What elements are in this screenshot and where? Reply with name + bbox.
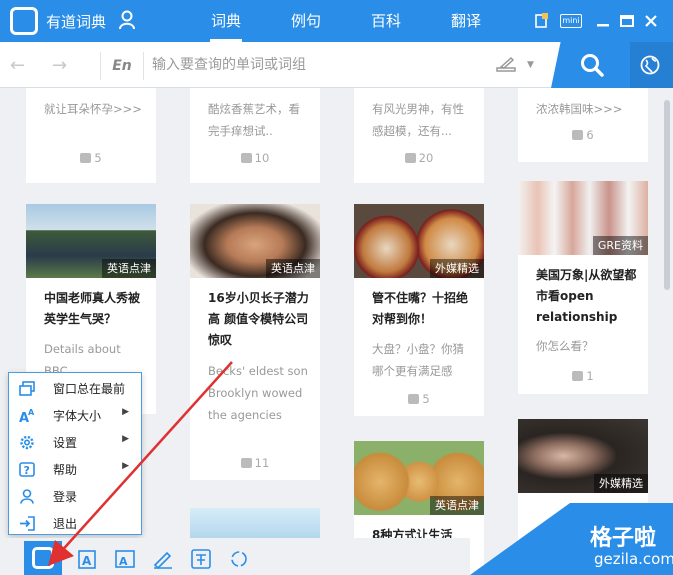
menu-item-label: 字体大小	[53, 409, 102, 423]
skin-icon[interactable]	[533, 12, 551, 30]
close-icon[interactable]	[642, 12, 660, 30]
card-likes: 1	[518, 369, 648, 383]
menu-item-settings[interactable]: 设置 ▶	[9, 429, 141, 456]
minimize-icon[interactable]	[594, 12, 612, 30]
card-likes: 11	[190, 456, 320, 470]
window-icon	[19, 381, 35, 396]
mini-mode-button[interactable]: mini	[560, 14, 582, 28]
menu-item-login[interactable]: 登录	[9, 483, 141, 510]
card[interactable]: 英语点津 16岁小贝长子潜力高 颜值令模特公司惊叹 Becks' eldest …	[190, 204, 320, 480]
handwriting-icon[interactable]	[152, 548, 174, 570]
card-badge: 英语点津	[102, 259, 156, 278]
card-likes: 5	[26, 151, 156, 165]
menu-item-label: 登录	[53, 490, 78, 504]
sync-icon[interactable]	[228, 548, 250, 570]
menu-item-label: 退出	[53, 517, 78, 531]
scrollbar-thumb[interactable]	[664, 100, 670, 290]
card-description: 有风光男神，有性感超模，还有...	[372, 102, 464, 138]
exit-icon	[20, 516, 35, 531]
forward-arrow-icon[interactable]: →	[52, 55, 67, 76]
card[interactable]: GRE资料 美国万象|从欲望都市看open relationship 你怎么看？…	[518, 181, 648, 394]
thumbs-up-icon	[240, 153, 252, 163]
thumbs-up-icon	[240, 458, 252, 468]
card-description: 大盘？小盘？你猜哪个更有满足感	[372, 342, 464, 378]
menu-item-exit[interactable]: 退出	[9, 510, 141, 537]
card-badge: GRE资料	[592, 236, 648, 255]
handwriting-icon[interactable]	[496, 56, 516, 74]
thumbs-up-icon	[572, 130, 584, 140]
tab-dictionary[interactable]: 词典	[196, 0, 256, 42]
submenu-arrow-icon: ▶	[122, 434, 129, 444]
card-title: 中国老师真人秀被英学生气哭？	[44, 291, 141, 326]
tab-encyclopedia[interactable]: 百科	[356, 0, 416, 42]
card[interactable]: 有风光男神，有性感超模，还有... 20	[354, 88, 484, 183]
card-badge: 英语点津	[266, 259, 320, 278]
word-book-icon[interactable]: A	[76, 548, 98, 570]
card-description: 酷炫香蕉艺术，看完手痒想试..	[208, 102, 300, 138]
submenu-arrow-icon: ▶	[122, 461, 129, 471]
menu-item-help[interactable]: ? 帮助 ▶	[9, 456, 141, 483]
card-likes: 10	[190, 151, 320, 165]
card-likes: 6	[518, 128, 648, 142]
card[interactable]: 就让耳朵怀孕>>> 5	[26, 88, 156, 183]
menu-item-label: 设置	[53, 436, 78, 450]
card-description: Becks' eldest son Brooklyn wowed the age…	[208, 364, 308, 422]
watermark-url: gezila.com	[594, 550, 673, 568]
submenu-arrow-icon: ▶	[122, 407, 129, 417]
youdao-logo-icon	[32, 547, 54, 569]
menu-item-always-on-top[interactable]: 窗口总在最前	[9, 375, 141, 402]
chevron-down-icon[interactable]: ▼	[527, 60, 534, 70]
card-likes: 20	[354, 151, 484, 165]
font-size-icon: AA	[19, 408, 35, 423]
thumbs-up-icon	[572, 371, 584, 381]
screen-capture-icon[interactable]: A	[114, 548, 136, 570]
menu-item-label: 帮助	[53, 463, 78, 477]
search-input[interactable]	[152, 50, 482, 80]
language-selector[interactable]: En	[100, 52, 144, 80]
tab-examples[interactable]: 例句	[276, 0, 336, 42]
card-likes: 5	[354, 392, 484, 406]
card-title: 管不住嘴？十招绝对帮到你！	[372, 291, 469, 326]
app-name: 有道词典	[46, 13, 107, 31]
card-badge: 外媒精选	[594, 474, 648, 493]
menu-item-label: 窗口总在最前	[53, 382, 126, 396]
maximize-icon[interactable]	[618, 12, 636, 30]
watermark-title: 格子啦	[590, 526, 657, 551]
svg-text:?: ?	[24, 464, 30, 477]
card-title: 16岁小贝长子潜力高 颜值令模特公司惊叹	[208, 291, 309, 347]
thumbs-up-icon	[80, 153, 92, 163]
menu-item-font-size[interactable]: AA 字体大小 ▶	[9, 402, 141, 429]
thumbs-up-icon	[404, 153, 416, 163]
svg-text:A: A	[28, 408, 35, 417]
help-icon: ?	[19, 462, 35, 477]
tab-translate[interactable]: 翻译	[436, 0, 496, 42]
gear-icon	[20, 435, 34, 450]
card[interactable]: 外媒精选 管不住嘴？十招绝对帮到你！ 大盘？小盘？你猜哪个更有满足感 5	[354, 204, 484, 416]
user-icon	[20, 489, 34, 504]
back-arrow-icon[interactable]: ←	[10, 55, 25, 76]
svg-text:A: A	[82, 554, 92, 568]
search-icon	[581, 54, 604, 77]
card-description: 你怎么看？	[536, 339, 594, 353]
card-description: 浓浓韩国味>>>	[536, 102, 623, 116]
svg-text:A: A	[119, 555, 128, 568]
globe-icon	[640, 55, 660, 75]
thumbs-up-icon	[408, 394, 420, 404]
card[interactable]: 浓浓韩国味>>> 6	[518, 88, 648, 162]
card-description: 就让耳朵怀孕>>>	[44, 102, 142, 116]
user-icon[interactable]	[118, 10, 136, 30]
card-badge: 外媒精选	[430, 259, 484, 278]
youdao-logo-icon[interactable]	[10, 7, 38, 35]
main-menu: 窗口总在最前 AA 字体大小 ▶ 设置 ▶ ? 帮助 ▶ 登录 退出	[8, 372, 142, 535]
translate-icon[interactable]	[190, 548, 212, 570]
card[interactable]: 酷炫香蕉艺术，看完手痒想试.. 10	[190, 88, 320, 183]
card-title: 美国万象|从欲望都市看open relationship	[536, 268, 637, 324]
